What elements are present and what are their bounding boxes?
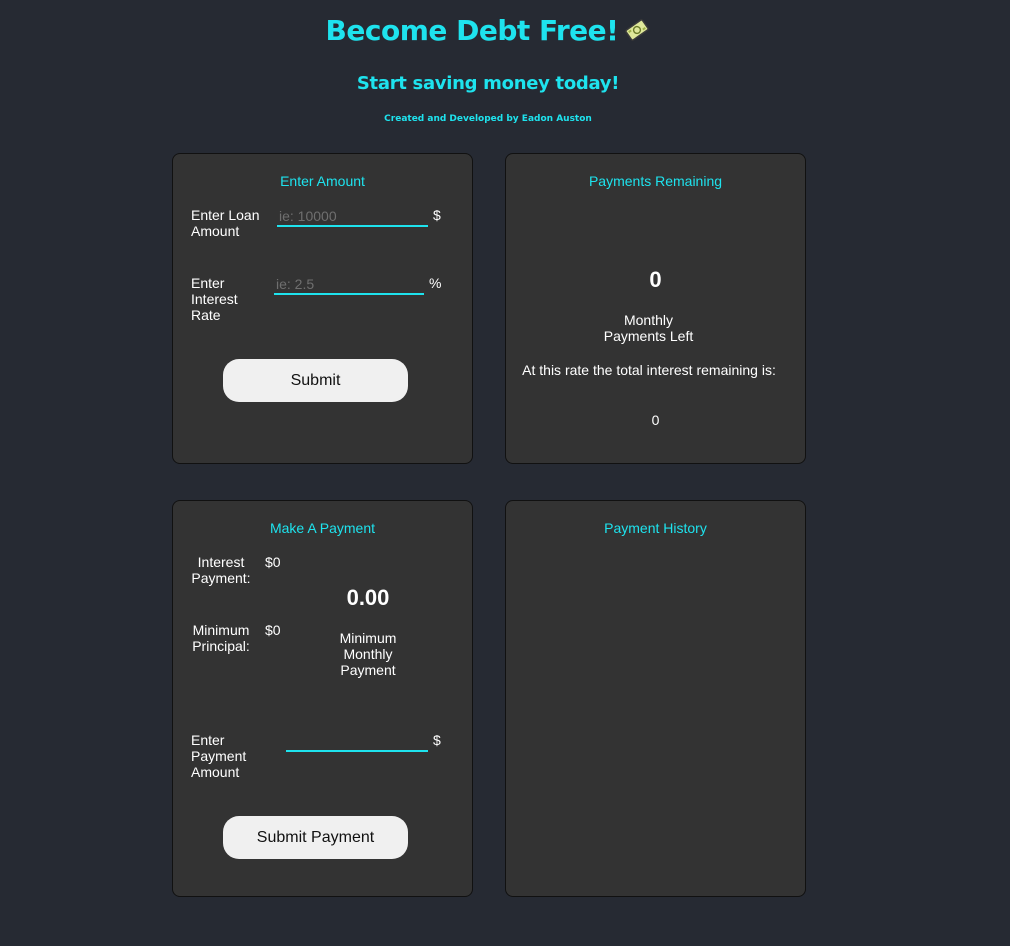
interest-remaining-caption: At this rate the total interest remainin…	[522, 362, 776, 378]
minimum-payment-caption: Minimum Monthly Payment	[339, 630, 397, 678]
loan-amount-input[interactable]	[277, 207, 428, 227]
interest-payment-label: Interest Payment:	[191, 554, 251, 586]
make-payment-panel: Make A Payment Interest Payment: $0 Mini…	[172, 500, 473, 897]
interest-payment-value: $0	[265, 554, 281, 570]
payments-remaining-title: Payments Remaining	[588, 173, 723, 189]
interest-remaining-value: 0	[651, 412, 660, 428]
payment-unit-symbol: $	[433, 732, 441, 748]
page-title: Become Debt Free!	[0, 14, 976, 47]
payments-remaining-panel: Payments Remaining 0 Monthly Payments Le…	[505, 153, 806, 464]
submit-button[interactable]: Submit	[223, 359, 408, 402]
payment-history-panel: Payment History	[505, 500, 806, 897]
loan-amount-label: Enter Loan Amount	[191, 207, 260, 239]
payment-history-title: Payment History	[604, 520, 707, 536]
payment-amount-input[interactable]	[286, 732, 428, 752]
submit-payment-button[interactable]: Submit Payment	[223, 816, 408, 859]
credit-line: Created and Developed by Eadon Auston	[384, 114, 592, 124]
loan-unit-symbol: $	[433, 207, 441, 223]
minimum-principal-value: $0	[265, 622, 281, 638]
payments-left-caption: Monthly Payments Left	[603, 312, 694, 344]
page-subtitle: Start saving money today!	[356, 73, 620, 94]
interest-rate-label: Enter Interest Rate	[191, 275, 238, 323]
minimum-principal-label: Minimum Principal:	[192, 622, 250, 654]
rate-unit-symbol: %	[429, 275, 442, 291]
payments-left-count: 0	[649, 267, 662, 292]
enter-amount-panel: Enter Amount Enter Loan Amount $ Enter I…	[172, 153, 473, 464]
page-title-text: Become Debt Free!	[325, 14, 619, 47]
enter-amount-title: Enter Amount	[280, 173, 365, 189]
money-with-wings-icon	[624, 17, 650, 43]
minimum-payment-value: 0.00	[346, 585, 390, 610]
make-payment-title: Make A Payment	[269, 520, 376, 536]
interest-rate-input[interactable]	[274, 275, 424, 295]
payment-amount-label: Enter Payment Amount	[191, 732, 247, 780]
